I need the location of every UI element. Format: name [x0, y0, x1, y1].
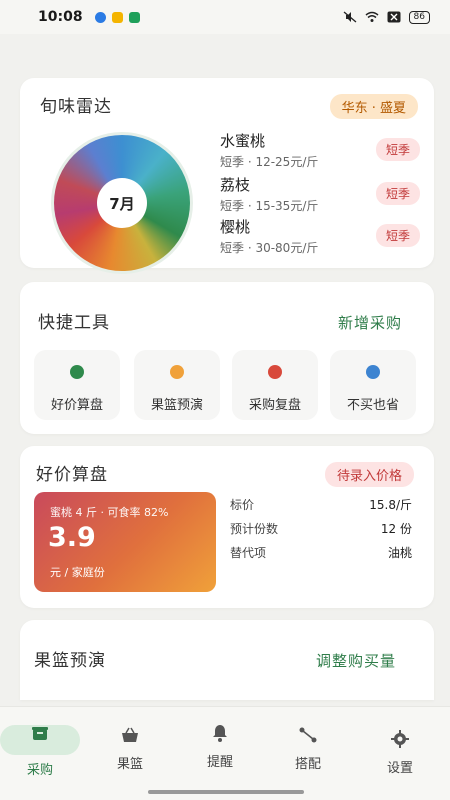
price-calc-card: 好价算盘 待录入价格 蜜桃 4 斤 · 可食率 82% 3.9 元 / 家庭份 … — [20, 446, 434, 608]
app-notification-icon — [128, 11, 140, 23]
bottom-nav: 采购 果篮 提醒 搭配 设置 — [0, 706, 450, 800]
nav-label: 采购 — [26, 763, 53, 778]
season-donut-chart[interactable]: 7月 — [54, 135, 190, 271]
tool-basket-preview[interactable]: 果篮预演 — [134, 350, 220, 420]
add-purchase-button[interactable]: 新增采购 — [338, 312, 402, 333]
adjust-quantity-button[interactable]: 调整购买量 — [316, 650, 396, 671]
basket-icon — [32, 727, 48, 740]
season-chip: 短季 — [375, 138, 420, 161]
share-icon — [299, 727, 317, 743]
basket-title: 果篮预演 — [34, 651, 106, 671]
calc-title: 好价算盘 — [36, 465, 108, 485]
price-summary: 蜜桃 4 斤 · 可食率 82% — [50, 506, 169, 519]
fruit-item[interactable]: 樱桃 短季 · 30-80元/斤 短季 — [220, 216, 420, 256]
price-per-serving-box[interactable]: 蜜桃 4 斤 · 可食率 82% 3.9 元 / 家庭份 — [34, 492, 216, 592]
battery-indicator: 86 — [408, 10, 430, 24]
app-notification-icon — [94, 11, 106, 23]
quick-tools-card: 快捷工具 新增采购 好价算盘 果篮预演 采购复盘 不买也省 — [20, 282, 434, 434]
tool-price-calc[interactable]: 好价算盘 — [34, 350, 120, 420]
tool-label: 果篮预演 — [150, 398, 203, 413]
tool-label: 好价算盘 — [50, 398, 103, 413]
app-notification-icon — [111, 11, 123, 23]
calc-row-key: 替代项 — [230, 546, 267, 560]
tool-icon — [358, 360, 388, 384]
bag-icon — [122, 727, 138, 742]
nav-item-pairing[interactable]: 搭配 — [268, 717, 348, 772]
tool-icon — [62, 360, 92, 384]
season-chip: 短季 — [375, 182, 420, 205]
tool-icon — [162, 360, 192, 384]
status-bar: 10:08 86 — [0, 0, 450, 34]
calc-row: 预计份数 12 份 — [230, 520, 412, 537]
tools-title: 快捷工具 — [38, 313, 110, 333]
nav-label: 果篮 — [116, 757, 143, 772]
radar-title: 旬味雷达 — [40, 97, 112, 117]
close-box-icon — [387, 11, 401, 23]
fruit-item[interactable]: 荔枝 短季 · 15-35元/斤 短季 — [220, 174, 420, 214]
nav-item-purchase[interactable]: 采购 — [0, 717, 80, 778]
tool-icon — [260, 360, 290, 384]
nav-item-basket[interactable]: 果篮 — [90, 717, 170, 772]
pending-price-badge[interactable]: 待录入价格 — [324, 462, 414, 487]
price-unit: 元 / 家庭份 — [50, 566, 105, 579]
tool-save-by-skip[interactable]: 不买也省 — [330, 350, 416, 420]
calc-row-key: 预计份数 — [230, 522, 279, 536]
gear-icon — [391, 730, 409, 748]
basket-preview-card: 果篮预演 调整购买量 — [20, 620, 434, 700]
calc-row-value: 12 份 — [380, 522, 412, 536]
nav-label: 提醒 — [206, 755, 233, 770]
mute-icon — [343, 11, 356, 23]
region-badge[interactable]: 华东 · 盛夏 — [329, 94, 418, 119]
month-label: 7月 — [97, 178, 147, 228]
nav-item-reminder[interactable]: 提醒 — [180, 717, 260, 770]
nav-item-settings[interactable]: 设置 — [360, 717, 440, 776]
wifi-icon — [365, 11, 379, 22]
calc-row-value: 15.8/斤 — [369, 498, 412, 512]
calc-row: 标价 15.8/斤 — [230, 496, 412, 513]
tool-label: 不买也省 — [346, 398, 399, 413]
seasonal-radar-card: 旬味雷达 华东 · 盛夏 7月 水蜜桃 短季 · 12-25元/斤 短季 荔枝 … — [20, 78, 434, 271]
tool-label: 采购复盘 — [248, 398, 301, 413]
status-time: 10:08 — [38, 9, 83, 25]
notification-icons — [94, 11, 140, 23]
fruit-item[interactable]: 水蜜桃 短季 · 12-25元/斤 短季 — [220, 130, 420, 170]
calc-row-key: 标价 — [230, 498, 255, 512]
season-chip: 短季 — [375, 224, 420, 247]
tool-purchase-review[interactable]: 采购复盘 — [232, 350, 318, 420]
nav-label: 搭配 — [294, 757, 321, 772]
calc-row: 替代项 油桃 — [230, 544, 412, 561]
price-per-serving-value: 3.9 — [48, 522, 96, 553]
home-indicator[interactable] — [148, 790, 304, 794]
bell-icon — [213, 725, 227, 742]
calc-row-value: 油桃 — [387, 546, 412, 560]
nav-label: 设置 — [386, 761, 413, 776]
